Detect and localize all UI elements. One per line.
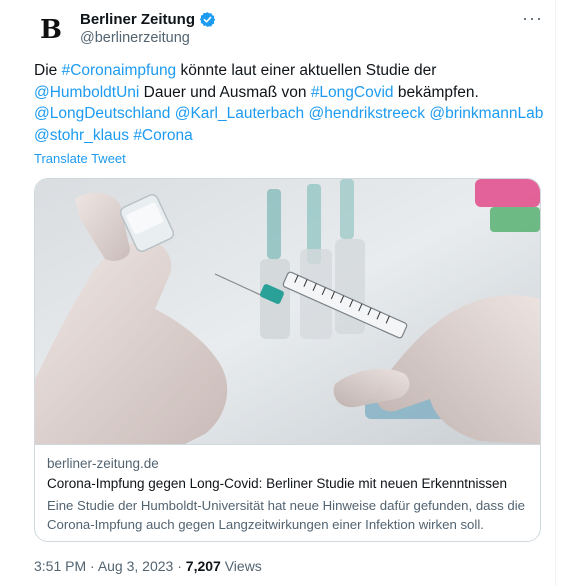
views-count: 7,207 <box>185 558 221 574</box>
more-options-icon[interactable]: ··· <box>522 8 543 29</box>
tweet-text-part: könnte laut einer aktuellen Studie der <box>176 62 437 79</box>
link-preview-card[interactable]: berliner-zeitung.de Corona-Impfung gegen… <box>34 178 541 542</box>
tweet-text-part: Die <box>34 62 62 79</box>
avatar-logo: B <box>40 15 62 45</box>
tweet-text: Die #Coronaimpfung könnte laut einer akt… <box>34 60 544 147</box>
tweet-meta: 3:51 PM · Aug 3, 2023 · 7,207 Views <box>34 558 262 574</box>
article-description: Eine Studie der Humboldt-Universität hat… <box>47 498 525 532</box>
meta-separator: · <box>86 558 98 574</box>
views-label: Views <box>220 558 262 574</box>
avatar[interactable]: B <box>33 12 69 48</box>
author-name-row: Berliner Zeitung <box>80 11 216 28</box>
article-image <box>35 179 540 444</box>
mention-link[interactable]: @Karl_Lauterbach <box>175 105 304 122</box>
translate-tweet-link[interactable]: Translate Tweet <box>34 151 126 166</box>
hashtag-link[interactable]: #Coronaimpfung <box>62 62 177 79</box>
mention-link[interactable]: @stohr_klaus <box>34 127 129 144</box>
display-name[interactable]: Berliner Zeitung <box>80 11 195 28</box>
handle[interactable]: @berlinerzeitung <box>80 30 190 46</box>
tweet-text-part: bekämpfen. <box>393 83 479 101</box>
mention-link[interactable]: @hendrikstreeck <box>309 105 426 122</box>
tweet-date[interactable]: Aug 3, 2023 <box>98 558 174 574</box>
article-domain: berliner-zeitung.de <box>47 456 159 471</box>
mention-link[interactable]: @brinkmannLab <box>429 105 543 122</box>
tweet-container: B Berliner Zeitung @berlinerzeitung ··· … <box>0 0 556 586</box>
verified-badge-icon[interactable] <box>199 11 216 28</box>
article-title: Corona-Impfung gegen Long-Covid: Berline… <box>47 476 508 491</box>
tweet-time[interactable]: 3:51 PM <box>34 558 86 574</box>
hashtag-link[interactable]: #LongCovid <box>311 84 394 101</box>
meta-separator: · <box>173 558 186 574</box>
mention-link[interactable]: @HumboldtUni <box>34 84 139 101</box>
hashtag-link[interactable]: #Corona <box>133 127 192 144</box>
tweet-text-part: Dauer und Ausmaß von <box>139 83 311 101</box>
link-preview-body: berliner-zeitung.de Corona-Impfung gegen… <box>35 444 540 541</box>
mention-link[interactable]: @LongDeutschland <box>34 105 170 122</box>
